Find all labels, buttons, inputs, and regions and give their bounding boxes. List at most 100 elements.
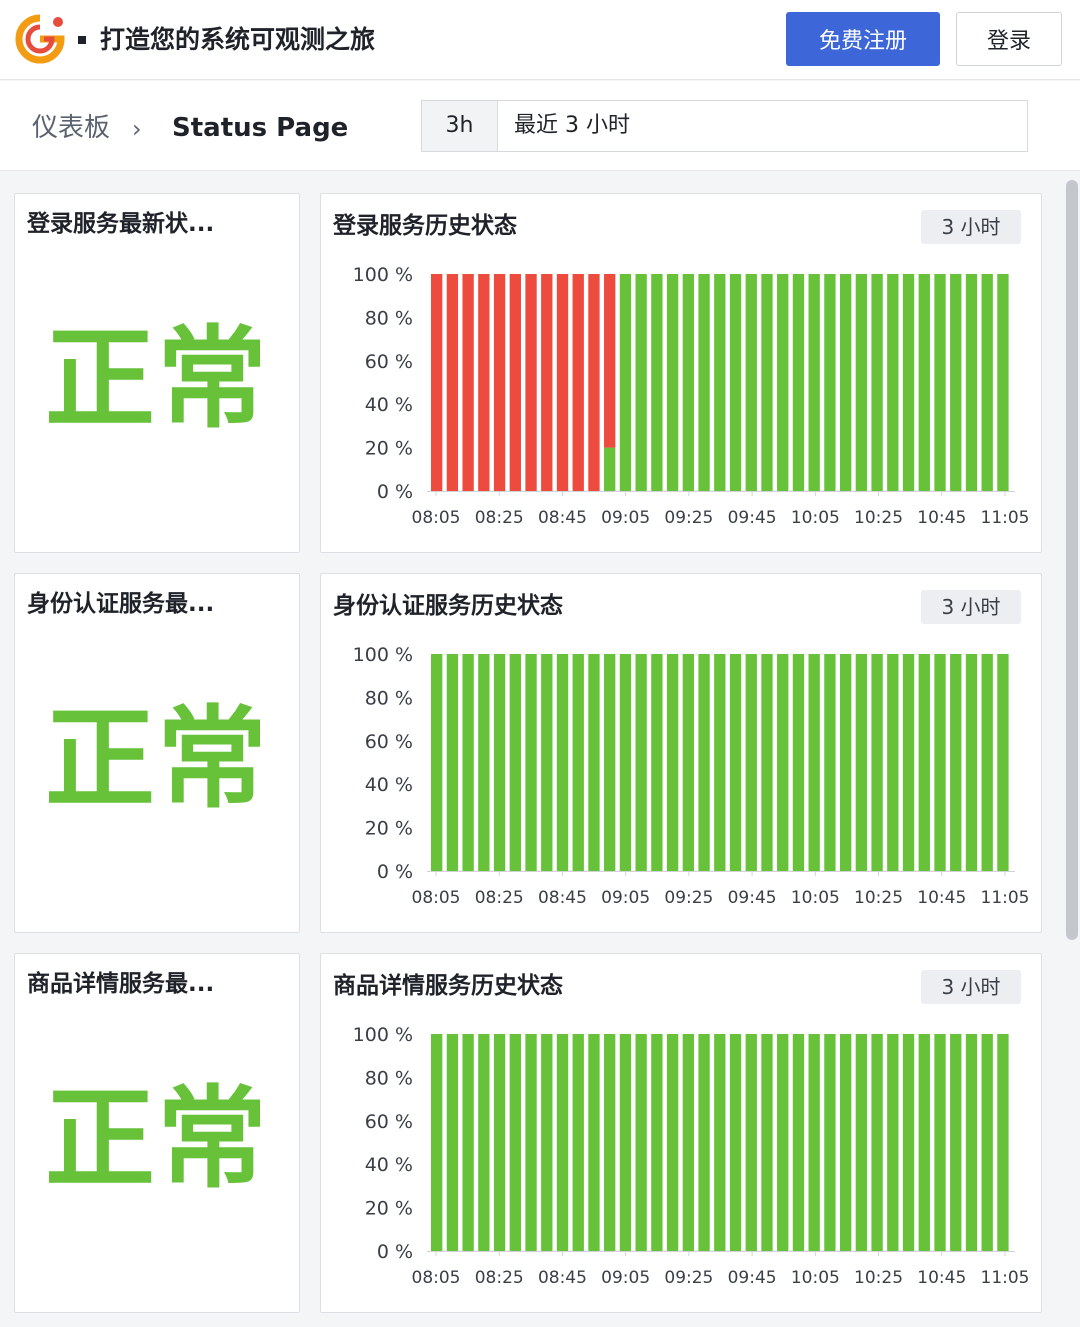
status-bar[interactable] bbox=[997, 654, 1009, 871]
status-bar[interactable] bbox=[761, 1034, 773, 1251]
status-bar[interactable] bbox=[950, 274, 962, 491]
status-bar[interactable] bbox=[792, 654, 805, 871]
status-bar[interactable] bbox=[666, 1034, 679, 1251]
status-bar[interactable] bbox=[808, 1034, 820, 1251]
status-bar[interactable] bbox=[666, 274, 679, 491]
status-bar[interactable] bbox=[902, 1034, 915, 1251]
status-bar[interactable] bbox=[729, 1034, 742, 1251]
status-bar[interactable] bbox=[981, 654, 993, 871]
status-bar[interactable] bbox=[509, 274, 521, 491]
status-bar[interactable] bbox=[839, 1034, 852, 1251]
status-bar[interactable] bbox=[729, 654, 742, 871]
range-badge[interactable]: 3 小时 bbox=[921, 970, 1021, 1004]
status-bar[interactable] bbox=[714, 274, 726, 491]
status-bar[interactable] bbox=[729, 274, 742, 491]
status-bar[interactable] bbox=[462, 1034, 474, 1251]
status-bar[interactable] bbox=[462, 274, 474, 491]
status-bar[interactable] bbox=[792, 1034, 805, 1251]
status-bar[interactable] bbox=[777, 274, 789, 491]
status-bar[interactable] bbox=[792, 274, 805, 491]
login-button[interactable]: 登录 bbox=[956, 12, 1062, 66]
status-bar[interactable] bbox=[604, 654, 616, 871]
status-bar[interactable] bbox=[918, 274, 930, 491]
status-bar[interactable] bbox=[997, 1034, 1009, 1251]
status-bar[interactable] bbox=[493, 1034, 506, 1251]
status-bar[interactable] bbox=[965, 1034, 978, 1251]
status-bar[interactable] bbox=[824, 274, 836, 491]
status-bar[interactable] bbox=[525, 654, 537, 871]
status-bar[interactable] bbox=[682, 1034, 695, 1251]
status-bar[interactable] bbox=[604, 274, 616, 448]
status-bar[interactable] bbox=[604, 447, 616, 491]
status-bar[interactable] bbox=[761, 654, 773, 871]
status-bar[interactable] bbox=[556, 654, 569, 871]
status-bar[interactable] bbox=[761, 274, 773, 491]
status-bar[interactable] bbox=[887, 654, 899, 871]
range-badge[interactable]: 3 小时 bbox=[921, 210, 1021, 244]
status-bar[interactable] bbox=[902, 654, 915, 871]
status-bar[interactable] bbox=[934, 1034, 946, 1251]
status-bar[interactable] bbox=[918, 1034, 930, 1251]
status-bar[interactable] bbox=[572, 1034, 584, 1251]
status-bar[interactable] bbox=[965, 274, 978, 491]
guance-logo-icon[interactable] bbox=[14, 14, 66, 64]
status-bar[interactable] bbox=[509, 1034, 521, 1251]
status-bar[interactable] bbox=[651, 274, 663, 491]
status-bar[interactable] bbox=[446, 654, 459, 871]
status-bar[interactable] bbox=[745, 1034, 757, 1251]
status-bar[interactable] bbox=[682, 274, 695, 491]
status-bar[interactable] bbox=[478, 274, 490, 491]
status-bar[interactable] bbox=[839, 654, 852, 871]
status-bar[interactable] bbox=[887, 274, 899, 491]
status-bar[interactable] bbox=[493, 654, 506, 871]
status-bar[interactable] bbox=[698, 274, 710, 491]
status-bar[interactable] bbox=[714, 1034, 726, 1251]
status-bar[interactable] bbox=[745, 654, 757, 871]
status-bar[interactable] bbox=[871, 274, 883, 491]
register-button[interactable]: 免费注册 bbox=[786, 12, 940, 66]
status-bar[interactable] bbox=[556, 274, 569, 491]
status-bar[interactable] bbox=[981, 1034, 993, 1251]
status-bar[interactable] bbox=[808, 654, 820, 871]
status-bar[interactable] bbox=[855, 1034, 868, 1251]
status-bar[interactable] bbox=[431, 274, 443, 491]
status-bar[interactable] bbox=[588, 654, 600, 871]
status-bar[interactable] bbox=[965, 654, 978, 871]
status-bar[interactable] bbox=[541, 274, 553, 491]
status-bar[interactable] bbox=[619, 1034, 632, 1251]
range-badge[interactable]: 3 小时 bbox=[921, 590, 1021, 624]
status-bar[interactable] bbox=[556, 1034, 569, 1251]
status-bar[interactable] bbox=[871, 1034, 883, 1251]
status-bar[interactable] bbox=[902, 274, 915, 491]
time-range-label[interactable]: 最近 3 小时 bbox=[498, 101, 630, 151]
status-bar[interactable] bbox=[525, 1034, 537, 1251]
status-bar[interactable] bbox=[431, 1034, 443, 1251]
status-bar[interactable] bbox=[777, 654, 789, 871]
status-bar[interactable] bbox=[635, 1034, 647, 1251]
status-bar[interactable] bbox=[478, 654, 490, 871]
status-bar[interactable] bbox=[446, 274, 459, 491]
status-bar[interactable] bbox=[934, 654, 946, 871]
status-bar[interactable] bbox=[808, 274, 820, 491]
status-bar[interactable] bbox=[525, 274, 537, 491]
status-bar[interactable] bbox=[446, 1034, 459, 1251]
page-scrollbar[interactable] bbox=[1066, 180, 1078, 940]
status-bar[interactable] bbox=[839, 274, 852, 491]
status-bar[interactable] bbox=[619, 654, 632, 871]
status-bar[interactable] bbox=[493, 274, 506, 491]
status-bar[interactable] bbox=[950, 654, 962, 871]
status-bar[interactable] bbox=[572, 274, 584, 491]
status-bar[interactable] bbox=[855, 654, 868, 871]
time-range-short[interactable]: 3h bbox=[422, 101, 498, 151]
status-bar[interactable] bbox=[918, 654, 930, 871]
status-bar[interactable] bbox=[588, 274, 600, 491]
status-bar[interactable] bbox=[698, 654, 710, 871]
status-bar[interactable] bbox=[604, 1034, 616, 1251]
status-bar[interactable] bbox=[666, 654, 679, 871]
status-bar[interactable] bbox=[950, 1034, 962, 1251]
status-bar[interactable] bbox=[824, 654, 836, 871]
status-bar[interactable] bbox=[541, 654, 553, 871]
status-bar[interactable] bbox=[541, 1034, 553, 1251]
status-bar[interactable] bbox=[887, 1034, 899, 1251]
status-bar[interactable] bbox=[745, 274, 757, 491]
